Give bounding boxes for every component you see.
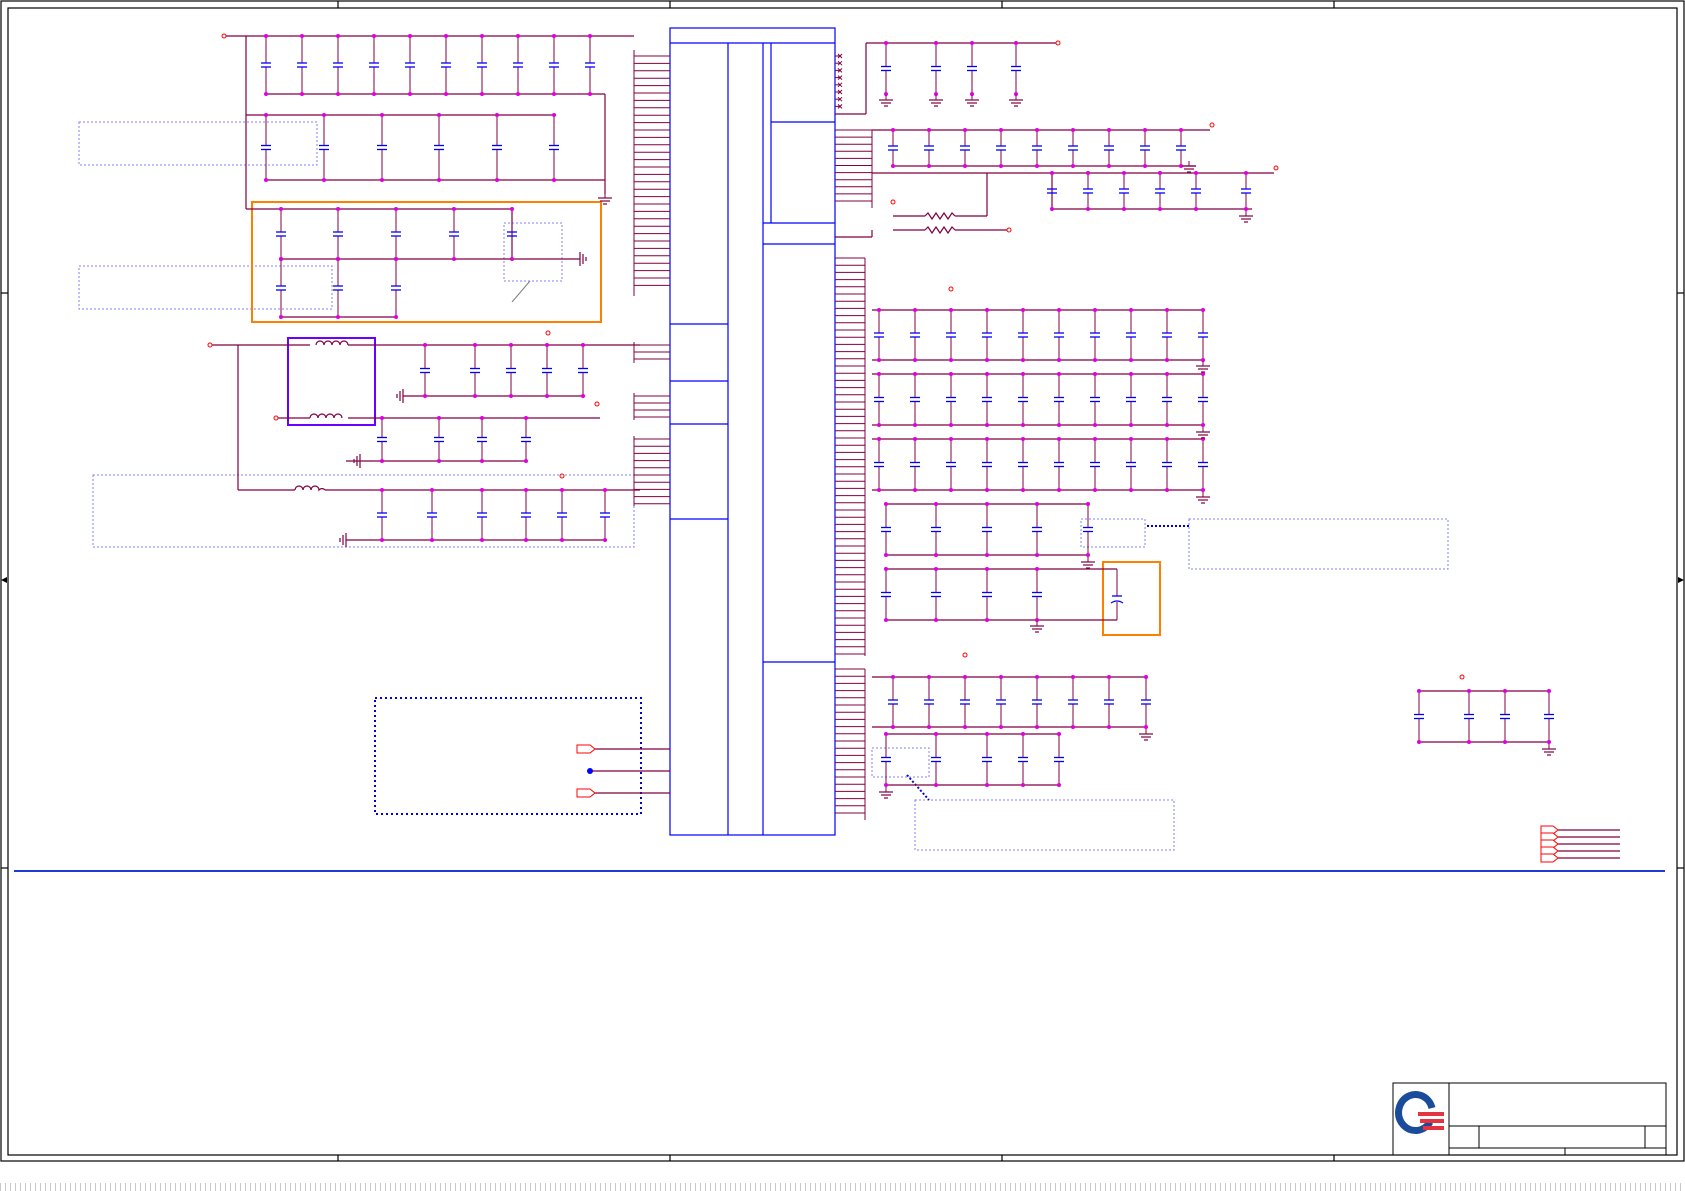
highlight-box-right [1102,561,1161,636]
resistor-icon [924,211,956,235]
wires [212,35,1620,859]
ic-pins-right [835,129,873,820]
schematic-sheet [0,0,1685,1162]
highlight-box-left [251,201,602,323]
ground-symbols [339,95,1556,799]
ic-pins-left [633,50,670,506]
sheet-frame [0,0,1685,1162]
ic-power-block [669,27,836,836]
offpage-connector-icon [576,744,1559,863]
quanta-logo-icon [1395,1091,1444,1135]
net-junction-blue [587,768,593,774]
capacitor-array [261,36,1554,785]
no-connect-marks [835,53,843,109]
inductor-filter-box [287,337,376,426]
junction-dots [264,34,1551,787]
dotted-note-box [374,697,642,815]
inductor-icon [294,340,349,492]
